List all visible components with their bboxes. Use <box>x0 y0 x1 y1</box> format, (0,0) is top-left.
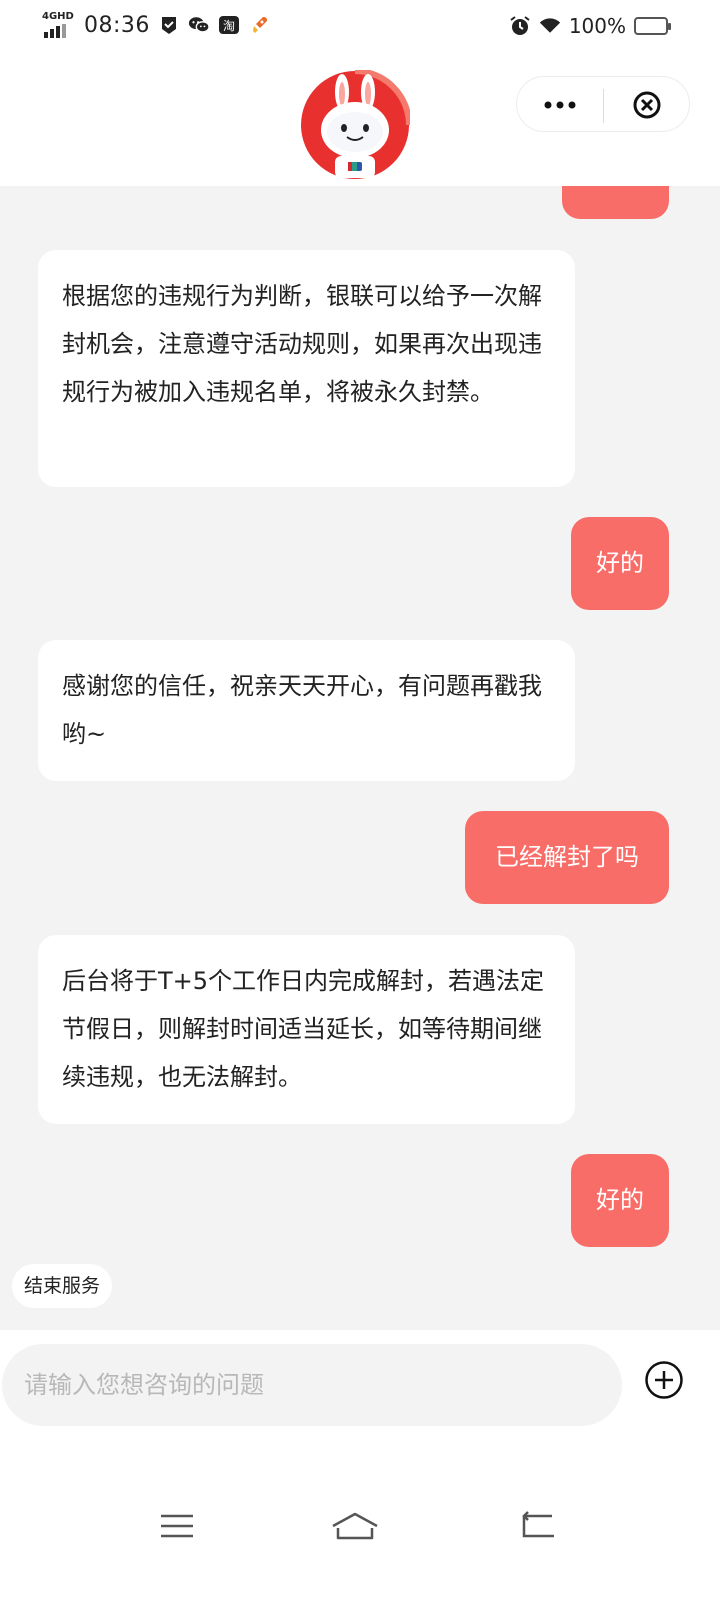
menu-icon <box>161 1514 193 1538</box>
chat-area[interactable]: 根据您的违规行为判断，银联可以给予一次解封机会，注意遵守活动规则，如果再次出现违… <box>0 186 720 1330</box>
home-icon <box>332 1512 378 1540</box>
alarm-icon <box>509 15 531 37</box>
wechat-icon <box>188 14 210 36</box>
mascot-avatar <box>300 68 412 180</box>
more-dots-icon <box>544 101 576 109</box>
signal-icon: 4GHD <box>42 11 74 38</box>
clock: 08:36 <box>84 12 150 38</box>
close-button[interactable] <box>604 77 690 133</box>
system-nav-bar <box>0 1450 720 1600</box>
network-type: 4GHD <box>42 11 74 22</box>
bot-message-bubble: 后台将于T+5个工作日内完成解封，若遇法定节假日，则解封时间适当延长，如等待期间… <box>38 935 575 1124</box>
add-button[interactable] <box>644 1360 684 1400</box>
question-input[interactable] <box>2 1344 622 1426</box>
back-nav-button[interactable] <box>514 1506 562 1546</box>
bot-message-bubble: 感谢您的信任，祝亲天天开心，有问题再戳我哟~ <box>38 640 575 781</box>
back-icon <box>522 1511 554 1538</box>
status-left: 4GHD 08:36 淘 <box>42 12 270 38</box>
header <box>0 56 720 186</box>
mini-program-capsule <box>516 76 690 132</box>
end-service-button[interactable]: 结束服务 <box>12 1264 113 1308</box>
battery-percent: 100% <box>568 14 626 38</box>
input-bar <box>0 1330 720 1450</box>
taobao-icon: 淘 <box>218 14 240 36</box>
plus-circle-icon <box>645 1361 683 1399</box>
user-message-bubble: 好的 <box>571 1154 669 1247</box>
menu-nav-button[interactable] <box>153 1506 201 1546</box>
bot-message-bubble: 根据您的违规行为判断，银联可以给予一次解封机会，注意遵守活动规则，如果再次出现违… <box>38 250 575 487</box>
status-right: 100% <box>509 14 671 38</box>
shield-check-icon <box>158 14 180 36</box>
svg-text:淘: 淘 <box>223 19 235 33</box>
wifi-icon <box>539 15 561 37</box>
rocket-icon <box>248 14 270 36</box>
user-message-bubble <box>562 186 669 219</box>
user-message-bubble: 好的 <box>571 517 669 610</box>
user-message-bubble: 已经解封了吗 <box>465 811 669 904</box>
more-button[interactable] <box>517 77 603 133</box>
status-bar: 4GHD 08:36 淘 100% <box>0 0 720 56</box>
close-circle-icon <box>633 91 661 119</box>
home-nav-button[interactable] <box>330 1506 380 1546</box>
battery-icon <box>634 17 671 35</box>
